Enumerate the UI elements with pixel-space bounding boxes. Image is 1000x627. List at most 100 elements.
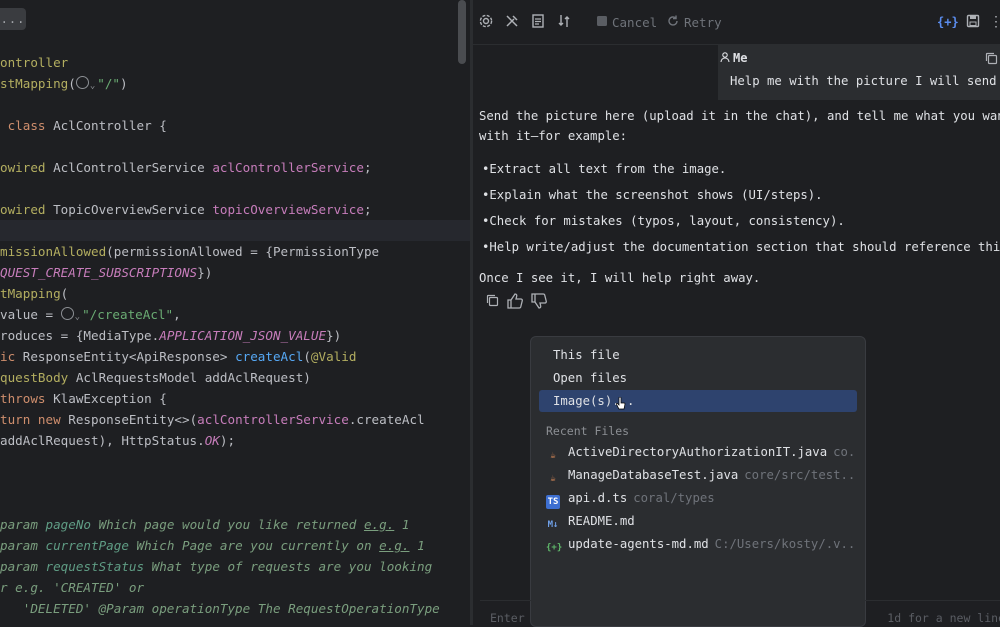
code-token: param (0, 559, 46, 574)
code-token: APPLICATION_JSON_VALUE (159, 328, 327, 343)
typescript-file-icon: TS (546, 495, 560, 509)
menu-item-images[interactable]: Image(s)... (539, 390, 857, 412)
retry-icon (666, 14, 680, 28)
code-token: ontroller (0, 55, 69, 70)
folded-code-chip[interactable]: ... (0, 8, 26, 30)
file-path: C:/Users/kosty/.v... (714, 537, 858, 551)
globe-icon (75, 76, 89, 89)
code-token: tMapping (0, 286, 61, 301)
code-token: AclRequestsModel addAclRequest) (75, 370, 311, 385)
code-token: currentPage (45, 538, 137, 553)
response-intro-line1: Send the picture here (upload it in the … (479, 109, 1000, 123)
file-name: ActiveDirectoryAuthorizationIT.java (568, 445, 828, 459)
response-bullet: •Explain what the screenshot shows (UI/s… (482, 188, 823, 202)
document-icon[interactable] (529, 13, 547, 31)
code-line: owired AclControllerService aclControlle… (0, 157, 372, 178)
code-token: Which page would you like returned (98, 517, 364, 532)
code-line: turn new ResponseEntity<>(aclControllerS… (0, 409, 425, 430)
save-icon[interactable] (964, 13, 982, 31)
editor-scrollbar[interactable] (458, 0, 466, 64)
response-bullet: •Help write/adjust the documentation sec… (482, 240, 1000, 254)
code-token: missionAllowed (0, 244, 107, 259)
chat-toolbar: Cancel Retry {+} ⋮ (473, 0, 1000, 45)
code-line: ic ResponseEntity<ApiResponse> createAcl… (0, 346, 356, 367)
code-token: pageNo (45, 517, 99, 532)
java-file-icon: ☕ (550, 451, 556, 461)
user-message-text: Help me with the picture I will send to (730, 74, 1000, 88)
code-token: AclController { (53, 118, 167, 133)
file-path: core/src/test... (744, 468, 858, 482)
copy-response-icon[interactable] (482, 292, 502, 312)
chat-input-placeholder: Enter (490, 611, 525, 625)
code-token: }) (197, 265, 213, 280)
code-token: "/createAcl" (82, 307, 174, 322)
code-line: throws KlawException { (0, 388, 167, 409)
code-token: e.g. (379, 538, 410, 553)
more-icon[interactable]: ⋮ (987, 13, 1000, 31)
agents-file-icon: {+} (546, 543, 563, 553)
code-token: e.g. (363, 517, 395, 532)
code-line: value = ⌄ "/createAcl", (0, 304, 181, 325)
code-token: ; (363, 160, 372, 175)
recent-file-item[interactable]: {+} update-agents-md.md C:/Users/kosty/.v.… (546, 533, 858, 555)
code-token: param (0, 517, 46, 532)
braces-plus-icon[interactable]: {+} (937, 13, 959, 31)
code-token: KlawException { (53, 391, 167, 406)
attach-context-popup: This file Open files Image(s)... Recent … (530, 336, 866, 627)
code-token: topicOverviewService (212, 202, 364, 217)
code-token: }) (326, 328, 342, 343)
file-name: api.d.ts (568, 491, 628, 505)
settings-icon[interactable] (477, 13, 495, 31)
response-closing: Once I see it, I will help right away. (479, 271, 761, 285)
recent-file-item[interactable]: M↓ README.md (546, 510, 858, 532)
code-token: requestStatus (45, 559, 152, 574)
response-bullet: •Extract all text from the image. (482, 162, 727, 176)
code-editor[interactable]: ... ontroller stMapping(⌄ "/") class AclCo… (0, 0, 470, 625)
menu-item-open-files[interactable]: Open files (539, 367, 857, 389)
menu-item-this-file[interactable]: This file (539, 344, 857, 366)
chevron-down-icon: ⌄ (74, 312, 81, 322)
chat-input-hint: 1d for a new line (887, 611, 1000, 625)
code-token: class (0, 118, 54, 133)
response-intro-line2: with it—for example: (479, 129, 628, 143)
code-token: 1 (394, 517, 410, 532)
code-token: owired (0, 160, 54, 175)
code-token: ResponseEntity<>( (68, 412, 198, 427)
code-token: questBody (0, 370, 76, 385)
code-token: param (0, 538, 46, 553)
recent-file-item[interactable]: ☕ ActiveDirectoryAuthorizationIT.java co..… (546, 441, 858, 463)
file-name: README.md (568, 514, 635, 528)
code-line: param currentPage Which Page are you cur… (0, 535, 425, 556)
recent-file-item[interactable]: TS api.d.ts coral/types (546, 487, 858, 509)
code-line: roduces = {MediaType.APPLICATION_JSON_VA… (0, 325, 341, 346)
stop-icon (595, 14, 609, 28)
copy-icon[interactable] (985, 52, 998, 68)
thumbs-down-icon[interactable] (529, 292, 549, 312)
response-bullet: •Check for mistakes (typos, layout, cons… (482, 214, 845, 228)
code-line: owired TopicOverviewService topicOvervie… (0, 199, 372, 220)
retry-button[interactable]: Retry (684, 14, 722, 32)
code-token: ic (0, 349, 23, 364)
message-author: Me (733, 51, 748, 65)
file-path: co... (833, 445, 858, 459)
code-line: addAclRequest), HttpStatus.OK); (0, 430, 235, 451)
java-file-icon: ☕ (550, 474, 556, 484)
code-line: tMapping( (0, 283, 68, 304)
code-line: param pageNo Which page would you like r… (0, 514, 409, 535)
code-token: turn new (0, 412, 69, 427)
code-line: questBody AclRequestsModel addAclRequest… (0, 367, 311, 388)
tools-icon[interactable] (503, 13, 521, 31)
cancel-button[interactable]: Cancel (612, 14, 657, 32)
file-path: coral/types (633, 491, 715, 505)
code-token: Which Page are you currently on (136, 538, 380, 553)
diff-icon[interactable] (555, 13, 573, 31)
code-token: OK (204, 433, 220, 448)
thumbs-up-icon[interactable] (505, 292, 525, 312)
code-token: ; (363, 202, 372, 217)
code-token: addAclRequest), HttpStatus. (0, 433, 205, 448)
code-token: aclControllerService (197, 412, 349, 427)
user-message: Me Help me with the picture I will send … (718, 44, 1000, 100)
chat-input[interactable]: Enter 1d for a new line (480, 600, 1000, 626)
recent-file-item[interactable]: ☕ ManageDatabaseTest.java core/src/test... (546, 464, 858, 486)
code-token: owired (0, 202, 54, 217)
